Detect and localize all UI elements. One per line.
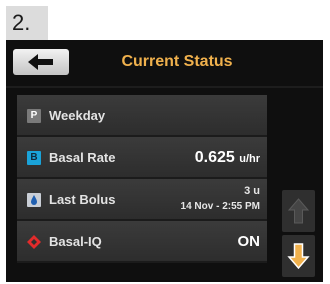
- status-row-last-bolus[interactable]: Last Bolus 3 u 14 Nov - 2:55 PM: [17, 179, 267, 221]
- page-title: Current Status: [121, 53, 233, 70]
- basal-b-icon: B: [27, 151, 41, 165]
- last-bolus-value: 3 u 14 Nov - 2:55 PM: [181, 184, 260, 214]
- scroll-down-button[interactable]: [282, 235, 315, 277]
- status-row-label: Basal Rate: [49, 150, 116, 165]
- status-row-basal-rate[interactable]: B Basal Rate 0.625 u/hr: [17, 137, 267, 179]
- profile-p-icon: P: [27, 109, 41, 123]
- status-row-basal-iq[interactable]: Basal-IQ ON: [17, 221, 267, 263]
- basal-rate-number: 0.625: [194, 149, 235, 166]
- left-arrow-icon: [28, 54, 53, 70]
- status-row-label: Last Bolus: [49, 192, 116, 207]
- status-row-label: Weekday: [49, 108, 106, 123]
- status-row-weekday[interactable]: P Weekday: [17, 95, 267, 137]
- down-arrow-icon: [287, 243, 310, 270]
- up-arrow-icon: [287, 198, 310, 224]
- step-number-label: 2.: [6, 6, 48, 40]
- basal-iq-diamond-icon: [27, 235, 41, 249]
- status-list: P Weekday B Basal Rate 0.625 u/hr Last B…: [17, 95, 267, 263]
- basal-iq-value: ON: [237, 233, 261, 250]
- back-button[interactable]: [13, 49, 69, 75]
- scroll-up-button[interactable]: [282, 190, 315, 232]
- pump-screen: Current Status P Weekday B Basal Rate 0.…: [6, 40, 323, 282]
- header-divider: [6, 86, 323, 88]
- last-bolus-amount: 3 u: [244, 185, 260, 197]
- basal-rate-unit: u/hr: [239, 153, 260, 165]
- status-row-label: Basal-IQ: [49, 234, 102, 249]
- last-bolus-time: 14 Nov - 2:55 PM: [180, 201, 260, 212]
- basal-rate-value: 0.625 u/hr: [195, 137, 260, 180]
- drop-icon: [27, 193, 41, 207]
